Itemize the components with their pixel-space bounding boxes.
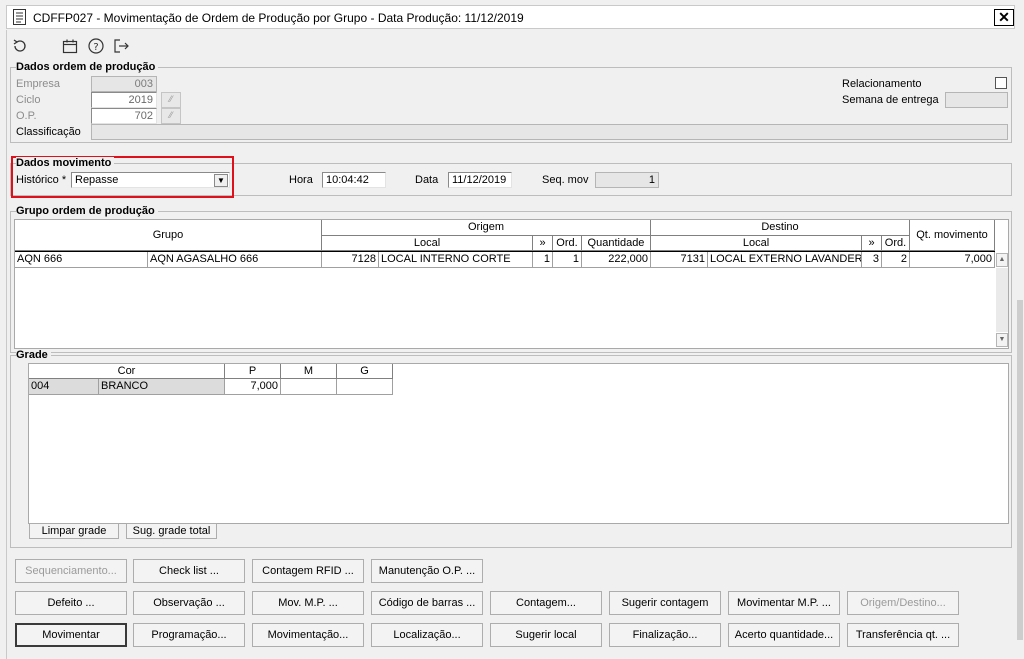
classificacao-label: Classificação xyxy=(16,126,81,138)
dados-movimento-title: Dados movimento xyxy=(16,157,115,169)
calendar-icon[interactable] xyxy=(61,37,79,55)
contagem-button[interactable]: Contagem... xyxy=(490,591,602,615)
programacao-button[interactable]: Programação... xyxy=(133,623,245,647)
grid-scroll-down-button[interactable]: ▼ xyxy=(996,333,1008,347)
svg-text:?: ? xyxy=(93,42,98,53)
cell-origem-ord[interactable]: 1 xyxy=(553,252,582,268)
grade-header-p[interactable]: P xyxy=(225,364,281,379)
finalizacao-button[interactable]: Finalização... xyxy=(609,623,721,647)
grade-cell-cor-desc: BRANCO xyxy=(99,379,225,395)
hora-field[interactable]: 10:04:42 xyxy=(322,172,386,188)
header-origem-ord[interactable]: Ord. xyxy=(553,236,582,251)
limpar-grade-button[interactable]: Limpar grade xyxy=(29,523,119,539)
grid-scrollbar-track[interactable] xyxy=(996,268,1008,332)
op-lookup-button[interactable]: ⁄⁄ xyxy=(161,108,181,124)
header-grupo[interactable]: Grupo xyxy=(15,220,322,251)
manutencao-op-button[interactable]: Manutenção O.P. ... xyxy=(371,559,483,583)
grade-cell-cor-code: 004 xyxy=(29,379,99,395)
mov-mp-button[interactable]: Mov. M.P. ... xyxy=(252,591,364,615)
window-title: CDFFP027 - Movimentação de Ordem de Prod… xyxy=(33,11,524,25)
window-scrollbar-thumb[interactable] xyxy=(1017,300,1023,640)
help-icon[interactable]: ? xyxy=(87,37,105,55)
sequenciamento-button[interactable]: Sequenciamento... xyxy=(15,559,127,583)
relacionamento-label: Relacionamento xyxy=(842,78,922,90)
observacao-button[interactable]: Observação ... xyxy=(133,591,245,615)
chevron-down-icon[interactable]: ▼ xyxy=(214,174,228,187)
title-bar: CDFFP027 - Movimentação de Ordem de Prod… xyxy=(6,5,1015,29)
acerto-quantidade-button[interactable]: Acerto quantidade... xyxy=(728,623,840,647)
empresa-label: Empresa xyxy=(16,78,61,90)
cell-quantidade[interactable]: 222,000 xyxy=(582,252,651,268)
ciclo-field[interactable]: 2019 xyxy=(91,92,157,108)
grid-scroll-up-button[interactable]: ▲ xyxy=(996,253,1008,267)
grupo-ordem-title: Grupo ordem de produção xyxy=(16,205,158,217)
document-icon xyxy=(13,9,26,25)
seq-mov-label: Seq. mov xyxy=(542,174,589,186)
transferencia-qt-button[interactable]: Transferência qt. ... xyxy=(847,623,959,647)
grade-header-m[interactable]: M xyxy=(281,364,337,379)
contagem-rfid-button[interactable]: Contagem RFID ... xyxy=(252,559,364,583)
header-destino-expand[interactable]: » xyxy=(862,236,882,251)
historico-value: Repasse xyxy=(75,174,119,186)
header-qt-movimento[interactable]: Qt. movimento xyxy=(910,220,995,251)
header-destino-local[interactable]: Local xyxy=(651,236,862,251)
movimentacao-button[interactable]: Movimentação... xyxy=(252,623,364,647)
header-origem-expand[interactable]: » xyxy=(533,236,553,251)
sugerir-contagem-button[interactable]: Sugerir contagem xyxy=(609,591,721,615)
cell-qt-movimento[interactable]: 7,000 xyxy=(910,252,995,268)
grade-cell-m[interactable] xyxy=(281,379,337,395)
check-list-button[interactable]: Check list ... xyxy=(133,559,245,583)
header-destino[interactable]: Destino xyxy=(651,220,910,236)
refresh-icon[interactable] xyxy=(11,37,29,55)
cell-destino-x[interactable]: 3 xyxy=(862,252,882,268)
cell-destino-ord[interactable]: 2 xyxy=(882,252,910,268)
ciclo-label: Ciclo xyxy=(16,94,41,106)
relacionamento-checkbox[interactable] xyxy=(995,77,1007,89)
cell-destino-local[interactable]: LOCAL EXTERNO LAVANDERIA xyxy=(708,252,862,268)
grade-title: Grade xyxy=(16,349,51,361)
header-destino-ord[interactable]: Ord. xyxy=(882,236,910,251)
header-origem-local[interactable]: Local xyxy=(322,236,533,251)
classificacao-field xyxy=(91,124,1008,140)
historico-select[interactable]: Repasse xyxy=(71,172,230,188)
origem-destino-button[interactable]: Origem/Destino... xyxy=(847,591,959,615)
cell-origem-x[interactable]: 1 xyxy=(533,252,553,268)
seq-mov-field: 1 xyxy=(595,172,659,188)
cell-grupo-desc[interactable]: AQN AGASALHO 666 xyxy=(148,252,322,268)
dados-ordem-title: Dados ordem de produção xyxy=(16,61,159,73)
semana-entrega-field xyxy=(945,92,1008,108)
header-quantidade[interactable]: Quantidade xyxy=(582,236,651,251)
cell-destino-code[interactable]: 7131 xyxy=(651,252,708,268)
hora-label: Hora xyxy=(289,174,313,186)
data-label: Data xyxy=(415,174,439,186)
cell-grupo-code[interactable]: AQN 666 xyxy=(15,252,148,268)
grade-header-cor[interactable]: Cor xyxy=(29,364,225,379)
data-field[interactable]: 11/12/2019 xyxy=(448,172,512,188)
semana-entrega-label: Semana de entrega xyxy=(842,94,939,106)
historico-label: Histórico * xyxy=(16,174,67,186)
grade-header-g[interactable]: G xyxy=(337,364,393,379)
defeito-button[interactable]: Defeito ... xyxy=(15,591,127,615)
ciclo-lookup-button[interactable]: ⁄⁄ xyxy=(161,92,181,108)
localizacao-button[interactable]: Localização... xyxy=(371,623,483,647)
op-field[interactable]: 702 xyxy=(91,108,157,124)
sugerir-local-button[interactable]: Sugerir local xyxy=(490,623,602,647)
grade-cell-g[interactable] xyxy=(337,379,393,395)
header-origem[interactable]: Origem xyxy=(322,220,651,236)
movimentar-button[interactable]: Movimentar xyxy=(15,623,127,647)
cell-origem-code[interactable]: 7128 xyxy=(322,252,379,268)
movimentar-mp-button[interactable]: Movimentar M.P. ... xyxy=(728,591,840,615)
op-label: O.P. xyxy=(16,110,37,122)
sugerir-grade-total-button[interactable]: Sug. grade total xyxy=(126,523,217,539)
exit-icon[interactable] xyxy=(112,37,130,55)
codigo-barras-button[interactable]: Código de barras ... xyxy=(371,591,483,615)
grade-cell-p[interactable]: 7,000 xyxy=(225,379,281,395)
close-button[interactable]: ✕ xyxy=(994,9,1014,26)
empresa-field: 003 xyxy=(91,76,157,92)
cell-origem-local[interactable]: LOCAL INTERNO CORTE xyxy=(379,252,533,268)
